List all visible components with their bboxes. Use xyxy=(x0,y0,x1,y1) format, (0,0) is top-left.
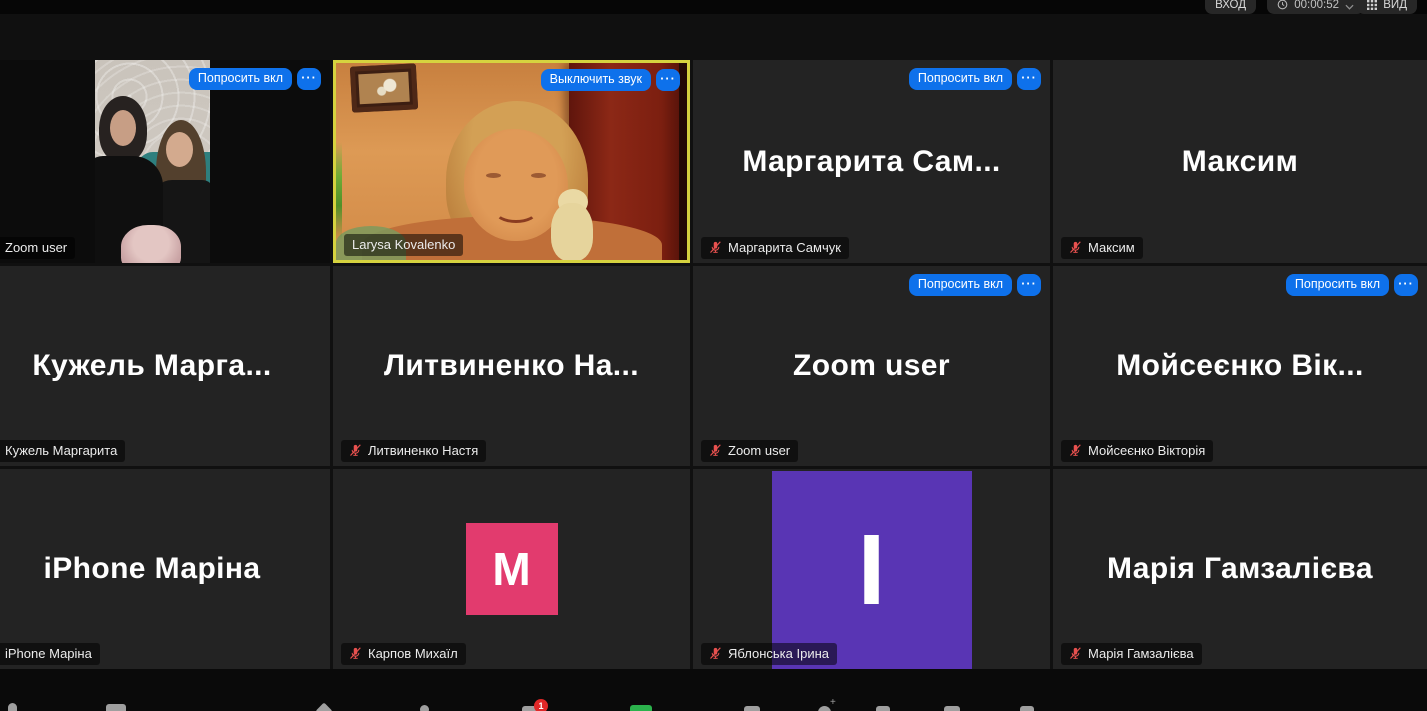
participant-tile[interactable]: Кужель Марга... Кужель Маргарита xyxy=(0,266,330,466)
participant-name-tag: Larysa Kovalenko xyxy=(344,234,464,256)
muted-mic-icon xyxy=(350,444,361,456)
participant-name-tag: Литвиненко Настя xyxy=(341,440,487,462)
teddy-bear xyxy=(551,203,593,260)
security-icon[interactable] xyxy=(315,702,333,711)
meeting-timer[interactable]: 00:00:52 xyxy=(1267,0,1364,14)
timer-value: 00:00:52 xyxy=(1294,0,1339,11)
mute-button[interactable]: Выключить звук xyxy=(540,69,651,91)
participant-tile[interactable]: Литвиненко На... Литвиненко Настя xyxy=(333,266,690,466)
login-button[interactable]: ВХОД xyxy=(1205,0,1256,14)
display-name: Максим xyxy=(1181,144,1299,178)
participant-tile[interactable]: Мойсеєнко Вік... Попросить вкл ··· Мойсе… xyxy=(1053,266,1427,466)
display-name: Литвиненко На... xyxy=(383,349,640,382)
whiteboard-icon[interactable] xyxy=(944,706,960,711)
display-name: iPhone Маріна xyxy=(43,552,261,585)
participant-name-tag: Zoom user xyxy=(0,237,76,259)
video-camera-icon[interactable] xyxy=(106,704,126,711)
muted-mic-icon xyxy=(710,444,721,456)
ask-unmute-button[interactable]: Попросить вкл xyxy=(1285,274,1389,296)
clock-icon xyxy=(1277,0,1288,10)
avatar: М xyxy=(465,523,558,615)
display-name: Zoom user xyxy=(793,349,950,382)
more-options-button[interactable]: ··· xyxy=(297,68,321,90)
apps-icon[interactable] xyxy=(876,706,890,711)
participant-tile[interactable]: Попросить вкл ··· Zoom user xyxy=(0,60,330,263)
participant-name-tag: Карпов Михаїл xyxy=(341,643,466,665)
more-icon[interactable] xyxy=(1020,706,1034,711)
muted-mic-icon xyxy=(710,241,721,253)
display-name: Марія Гамзалієва xyxy=(1107,552,1373,585)
participant-tile[interactable]: Zoom user Попросить вкл ··· Zoom user xyxy=(693,266,1050,466)
participant-name-tag: Марія Гамзалієва xyxy=(1061,643,1202,665)
picture-frame xyxy=(349,63,419,113)
plus-icon: + xyxy=(830,697,836,708)
top-bar: ВХОД 00:00:52 ВИД xyxy=(0,0,1427,14)
ask-unmute-button[interactable]: Попросить вкл xyxy=(188,68,292,90)
login-label: ВХОД xyxy=(1215,0,1246,11)
muted-mic-icon xyxy=(1070,647,1081,659)
chat-badge: 1 xyxy=(534,699,548,711)
participants-icon[interactable] xyxy=(420,705,429,711)
more-options-button[interactable]: ··· xyxy=(656,69,680,91)
hand-palm xyxy=(121,225,181,263)
muted-mic-icon xyxy=(350,647,361,659)
video-blonde-woman-room xyxy=(336,63,687,260)
participant-tile[interactable]: Максим Максим xyxy=(1053,60,1427,263)
participant-name-tag: iPhone Маріна xyxy=(0,643,100,665)
avatar-letter: М xyxy=(492,543,531,595)
ask-unmute-button[interactable]: Попросить вкл xyxy=(908,68,1012,90)
participant-name-tag: Мойсеєнко Вікторія xyxy=(1061,440,1214,462)
participant-tile[interactable]: iPhone Маріна iPhone Маріна xyxy=(0,469,330,669)
chevron-down-icon xyxy=(1345,4,1354,10)
avatar-letter: І xyxy=(857,513,886,626)
participant-tile[interactable]: М Карпов Михаїл xyxy=(333,469,690,669)
display-name: Мойсеєнко Вік... xyxy=(1116,349,1364,382)
participant-name-tag: Максим xyxy=(1061,237,1143,259)
avatar: І xyxy=(771,471,972,669)
more-options-button[interactable]: ··· xyxy=(1394,274,1418,296)
muted-mic-icon xyxy=(1070,241,1081,253)
record-icon[interactable] xyxy=(744,706,760,711)
zoom-meeting-window: ВХОД 00:00:52 ВИД Попросить вкл ··· Zoom… xyxy=(0,0,1427,711)
microphone-icon[interactable] xyxy=(8,703,17,711)
participant-name-tag: Zoom user xyxy=(701,440,799,462)
video-two-women xyxy=(95,60,210,263)
gallery-grid-icon xyxy=(1367,0,1378,10)
more-options-button[interactable]: ··· xyxy=(1017,274,1041,296)
more-options-button[interactable]: ··· xyxy=(1017,68,1041,90)
participant-name-tag: Маргарита Самчук xyxy=(701,237,849,259)
muted-mic-icon xyxy=(710,647,721,659)
view-label: ВИД xyxy=(1383,0,1407,11)
display-name: Кужель Марга... xyxy=(32,349,272,382)
view-button[interactable]: ВИД xyxy=(1357,0,1417,14)
meeting-toolbar: 1 + xyxy=(0,669,1427,711)
ask-unmute-button[interactable]: Попросить вкл xyxy=(908,274,1012,296)
share-screen-icon[interactable] xyxy=(630,705,652,711)
participant-tile[interactable]: Марія Гамзалієва Марія Гамзалієва xyxy=(1053,469,1427,669)
muted-mic-icon xyxy=(1070,444,1081,456)
participant-name-tag: Яблонська Ірина xyxy=(701,643,837,665)
participant-name-tag: Кужель Маргарита xyxy=(0,440,126,462)
display-name: Маргарита Сам... xyxy=(742,144,1001,178)
participant-tile-active-speaker[interactable]: Выключить звук ··· Larysa Kovalenko xyxy=(333,60,690,263)
participant-tile[interactable]: Маргарита Сам... Попросить вкл ··· Марга… xyxy=(693,60,1050,263)
participant-tile[interactable]: І Яблонська Ірина xyxy=(693,469,1050,669)
